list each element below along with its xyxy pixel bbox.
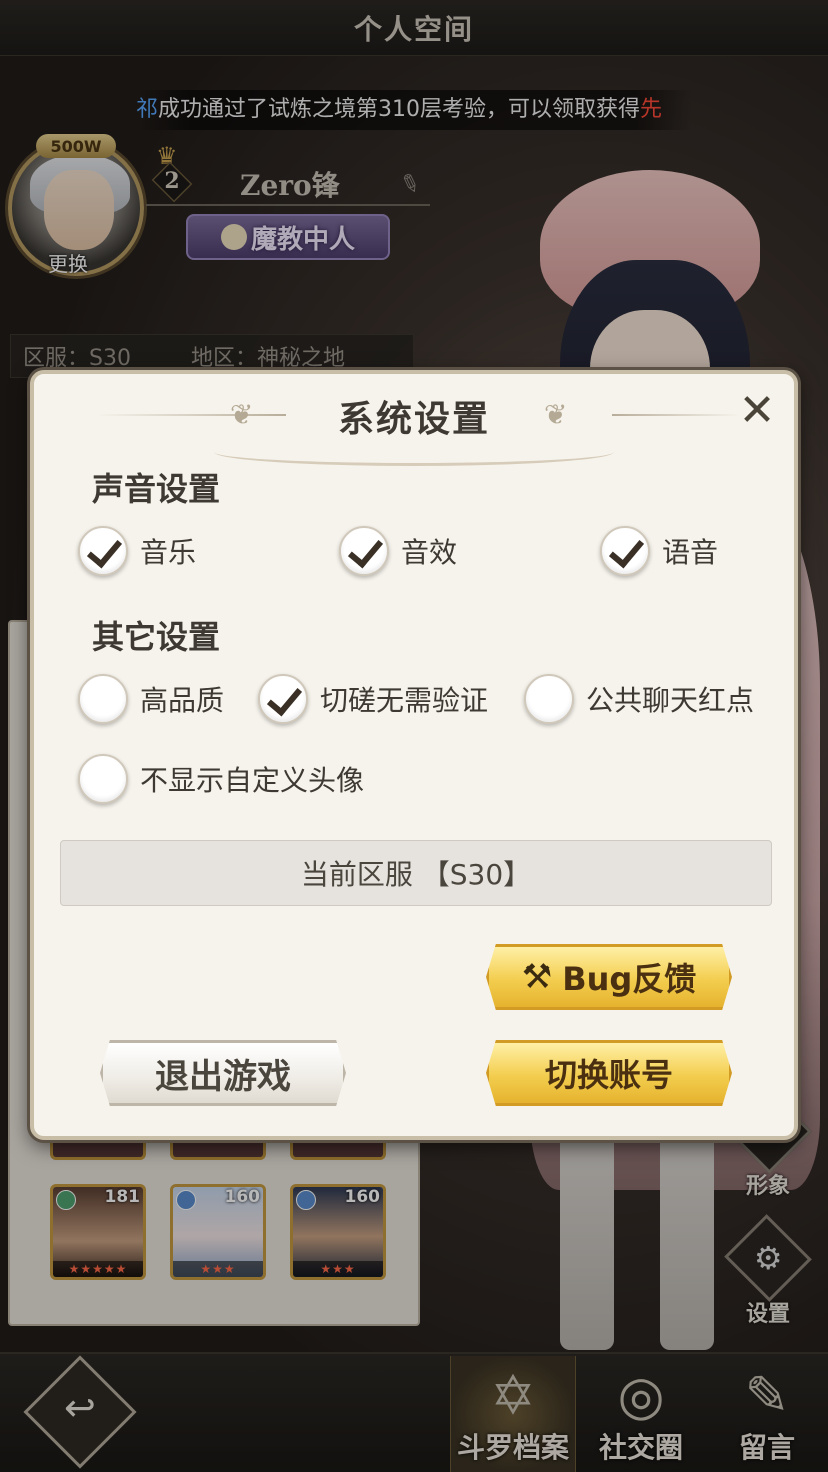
high-quality-label: 高品质 <box>140 684 225 717</box>
music-label: 音乐 <box>140 536 197 569</box>
current-server-text: 当前区服 【S30】 <box>300 858 532 891</box>
close-icon: ✕ <box>738 385 776 436</box>
hide-custom-avatar-option[interactable]: 不显示自定义头像 <box>78 752 364 806</box>
current-server-bar[interactable]: 当前区服 【S30】 <box>60 840 772 906</box>
switch-account-button[interactable]: 切换账号 <box>486 1040 732 1106</box>
bug-feedback-label: Bug反馈 <box>562 960 697 998</box>
sfx-label: 音效 <box>401 536 458 569</box>
music-checkbox[interactable] <box>78 526 128 576</box>
voice-label: 语音 <box>662 536 719 569</box>
bug-feedback-button[interactable]: ⚒ Bug反馈 <box>486 944 732 1010</box>
hide-custom-avatar-checkbox[interactable] <box>78 754 128 804</box>
public-chat-dot-label: 公共聊天红点 <box>586 684 755 717</box>
close-button[interactable]: ✕ <box>734 388 780 434</box>
dialog-header: ❦ 系统设置 ❦ <box>34 374 794 466</box>
tools-icon: ⚒ <box>521 957 553 997</box>
voice-checkbox[interactable] <box>600 526 650 576</box>
sound-section-title: 声音设置 <box>92 470 221 508</box>
high-quality-checkbox[interactable] <box>78 674 128 724</box>
exit-game-label: 退出游戏 <box>155 1056 291 1097</box>
voice-option[interactable]: 语音 <box>600 524 718 578</box>
spar-no-verify-checkbox[interactable] <box>258 674 308 724</box>
ornament-icon: ❦ <box>544 398 568 431</box>
exit-game-button[interactable]: 退出游戏 <box>100 1040 346 1106</box>
spar-no-verify-label: 切磋无需验证 <box>320 684 489 717</box>
high-quality-option[interactable]: 高品质 <box>78 672 224 726</box>
public-chat-dot-checkbox[interactable] <box>524 674 574 724</box>
header-ornament-line <box>612 414 740 416</box>
dialog-title: 系统设置 <box>337 399 490 440</box>
header-swoop <box>214 438 614 466</box>
other-section-title: 其它设置 <box>92 618 221 656</box>
switch-account-label: 切换账号 <box>544 1056 673 1094</box>
settings-dialog: ❦ 系统设置 ❦ ✕ 声音设置 音乐 音效 语音 其它设置 高品质 切磋无需验证… <box>30 370 798 1140</box>
music-option[interactable]: 音乐 <box>78 524 196 578</box>
sfx-option[interactable]: 音效 <box>339 524 457 578</box>
hide-custom-avatar-label: 不显示自定义头像 <box>140 764 365 797</box>
spar-no-verify-option[interactable]: 切磋无需验证 <box>258 672 488 726</box>
public-chat-dot-option[interactable]: 公共聊天红点 <box>524 672 754 726</box>
sfx-checkbox[interactable] <box>339 526 389 576</box>
